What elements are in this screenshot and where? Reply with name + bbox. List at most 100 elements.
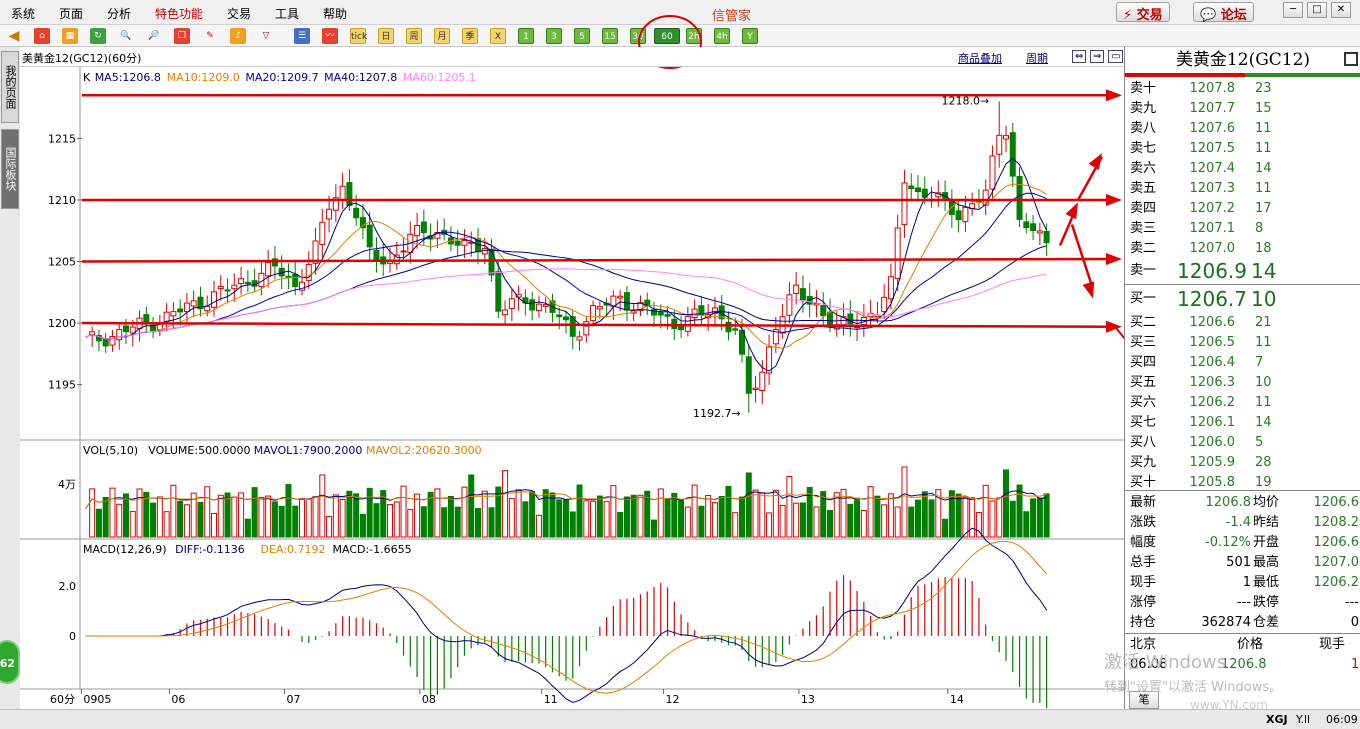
x-tick-label: 07 [286,693,300,706]
minimize-button[interactable]: ─ [1283,2,1303,18]
chart-svg[interactable]: K MA5:1206.8 MA10:1209.0 MA20:1209.7 MA40:12… [20,47,1124,709]
refresh-icon[interactable]: ↻ [90,28,106,44]
back-arrow-icon[interactable]: ◀ [6,28,22,44]
sell-row: 卖三 1207.1 8 [1125,219,1360,239]
volume-bar [231,496,238,538]
sell-row: 卖一 1206.9 14 [1125,258,1360,284]
volume-bar [766,512,773,538]
candle-body [244,281,251,285]
volume-bar [759,492,766,538]
buy-row: 买五 1206.3 10 [1125,373,1360,393]
candle-body [461,239,468,246]
order-volume: 28 [1255,455,1272,470]
quote-icon[interactable]: ▦ [62,28,78,44]
menu-tools[interactable]: 工具 [275,5,299,22]
period-season[interactable]: 季 [462,28,478,44]
menu-page[interactable]: 页面 [59,5,83,22]
period-year[interactable]: Y [742,28,758,44]
order-price: 1207.3 [1189,181,1236,196]
period-5min[interactable]: 5 [574,28,590,44]
order-volume: 14 [1255,161,1272,176]
period-x[interactable]: X [490,28,506,44]
floating-badge[interactable]: 62 [0,640,20,684]
candle-body [163,311,170,322]
volume-bar [745,472,752,538]
volume-bar [671,492,678,538]
menu-help[interactable]: 帮助 [323,5,347,22]
chat-icon: 💬 [1200,8,1217,23]
trade-button[interactable]: ⚡ 交易 [1116,2,1170,23]
volume-bar [542,489,549,538]
volume-bar [847,503,854,538]
period-day[interactable]: 日 [378,28,394,44]
home-icon[interactable]: ⌂ [34,28,50,44]
candle-body [305,264,312,281]
candle-body [102,338,109,347]
scroll-right-icon[interactable]: ⇒ [1090,50,1105,63]
volume-bar [698,505,705,538]
order-price: 1206.9 [1177,259,1247,283]
volume-bar [617,511,624,538]
candle-body [989,155,996,190]
forum-button[interactable]: 💬 论坛 [1193,2,1254,23]
candle-body [827,311,833,327]
order-volume: 15 [1255,101,1272,116]
volume-bar [881,504,888,538]
menu-trade[interactable]: 交易 [227,5,251,22]
candle-body [1023,221,1030,228]
chart-area: K MA5:1206.8 MA10:1209.0 MA20:1209.7 MA40:12… [20,47,1124,717]
candle-body [894,227,901,279]
candle-body [170,311,177,317]
period-tick[interactable]: tick [350,28,367,44]
left-right-icon[interactable]: ⇔ [1072,50,1087,63]
period-1min[interactable]: 1 [518,28,534,44]
period-15min[interactable]: 15 [602,28,618,44]
expand-icon[interactable]: ▭ [1108,50,1124,63]
menu-special[interactable]: 特色功能 [155,5,203,22]
window-icon[interactable]: ❐ [174,28,190,44]
period-month[interactable]: 月 [434,28,450,44]
bell-icon[interactable]: ♪ [230,28,246,44]
period-4h[interactable]: 4h [714,28,730,44]
draw-pen-icon[interactable]: ✎ [202,28,218,44]
candle-body [1016,175,1023,220]
stat-key: 最新 [1130,495,1157,510]
order-volume: 11 [1255,335,1272,350]
side-tab-my-page[interactable]: 我的页面 [1,51,19,123]
menu-analysis[interactable]: 分析 [107,5,131,22]
annot-arrow-line [1113,324,1124,340]
volume-bar [109,487,116,538]
volume-bar [962,496,969,538]
candle-body [691,308,698,319]
period-link[interactable]: 周期 [1026,50,1048,66]
volume-bar [150,502,157,538]
period-3min[interactable]: 3 [546,28,562,44]
macd-tick-label: 2.0 [59,580,77,593]
side-tab-intl[interactable]: 国际板块 [1,129,19,209]
ma-legend-item: MA10:1209.0 [167,71,240,84]
candle-body [955,210,962,221]
zoom-in-icon[interactable]: 🔍 [118,28,134,44]
order-volume: 14 [1255,415,1272,430]
volume-bar [1023,511,1030,538]
zoom-out-icon[interactable]: 🔎 [146,28,162,44]
overlay-link[interactable]: 商品叠加 [958,50,1002,66]
volume-bar [732,512,739,538]
order-volume: 11 [1255,181,1272,196]
line-chart-icon[interactable]: 〰 [322,28,338,44]
table-icon[interactable]: ☰ [294,28,310,44]
candle-body [915,187,921,193]
candle-body [799,288,806,301]
volume-bar [982,484,989,538]
filter-icon[interactable]: ▽ [258,28,274,44]
menu-system[interactable]: 系统 [11,5,35,22]
period-week[interactable]: 周 [406,28,422,44]
close-button[interactable]: ✕ [1331,2,1351,18]
y-tick-label: 1210 [48,194,76,207]
volume-bar [366,487,373,538]
maximize-button[interactable]: □ [1307,2,1327,18]
candle-body [292,273,299,288]
window-toggle-icon[interactable] [1344,52,1358,66]
order-volume: 11 [1255,121,1272,136]
order-volume: 10 [1251,287,1277,311]
